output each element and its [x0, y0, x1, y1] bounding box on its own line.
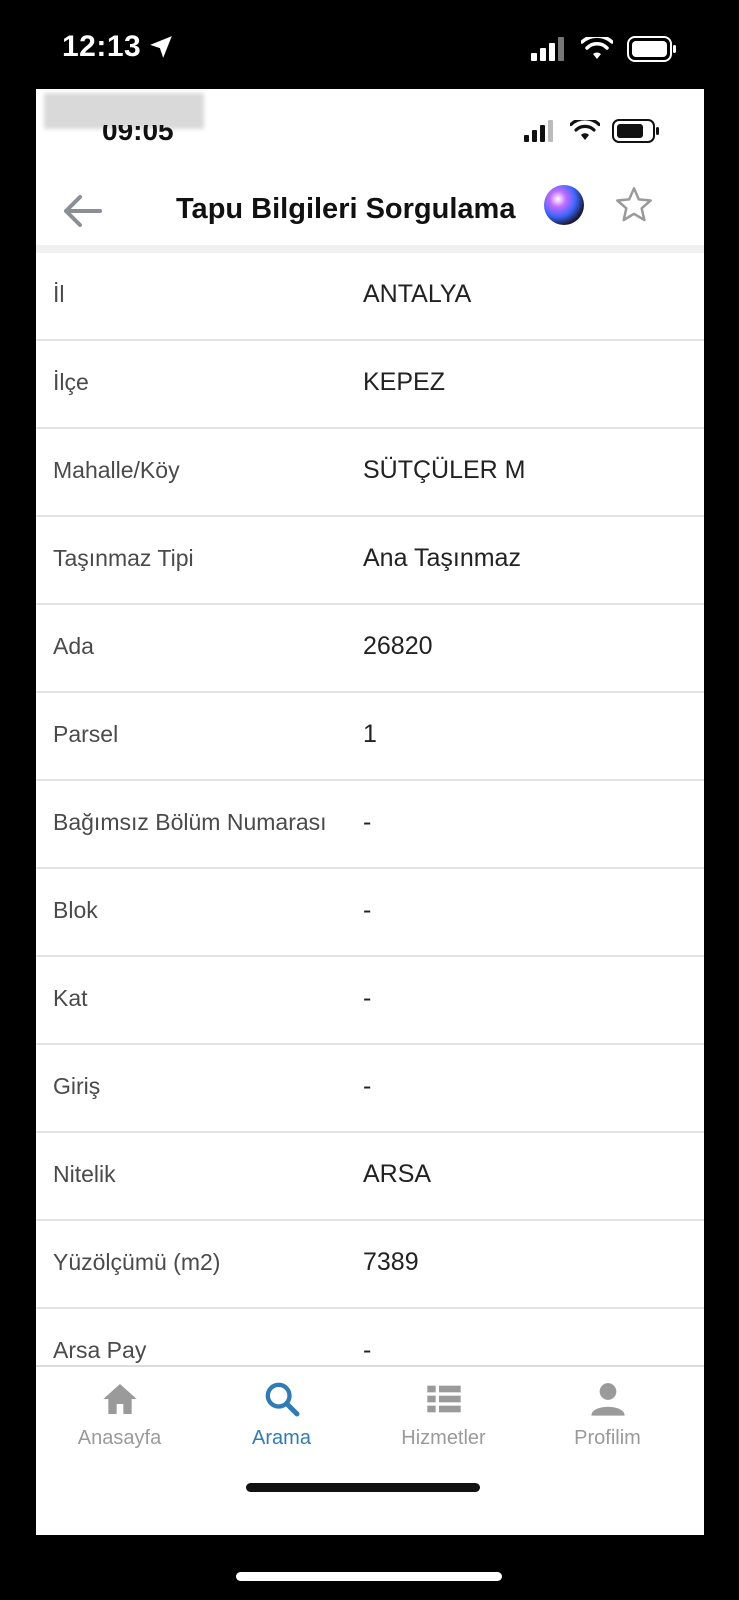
- row-value: ARSA: [363, 1160, 432, 1188]
- row-label: Nitelik: [53, 1161, 116, 1187]
- signal-icon: [531, 37, 567, 66]
- row-label: Blok: [53, 897, 98, 923]
- info-row-mahalle: Mahalle/Köy SÜTÇÜLER M: [36, 429, 704, 517]
- row-value: -: [363, 984, 372, 1012]
- device-clock: 12:13: [62, 30, 142, 63]
- list-icon: [424, 1379, 464, 1419]
- app-screenshot: 09:05 Tapu Bilgileri Sorgulama İl ANTALY…: [36, 89, 704, 1535]
- row-label: Taşınmaz Tipi: [53, 545, 194, 571]
- row-label: Giriş: [53, 1073, 101, 1099]
- wifi-icon: [580, 34, 614, 66]
- page-title: Tapu Bilgileri Sorgulama: [176, 193, 516, 225]
- user-icon: [588, 1379, 628, 1419]
- star-icon[interactable]: [614, 185, 654, 225]
- info-row-nitelik: Nitelik ARSA: [36, 1133, 704, 1221]
- home-indicator-inner: [246, 1483, 480, 1492]
- info-row-bagimsiz-bolum: Bağımsız Bölüm Numarası -: [36, 781, 704, 869]
- device-status-icons: [531, 34, 677, 67]
- location-arrow-icon: [148, 34, 174, 65]
- tab-arama[interactable]: Arama: [198, 1379, 365, 1469]
- battery-icon: [612, 119, 660, 148]
- row-label: Parsel: [53, 721, 119, 747]
- tab-hizmetler[interactable]: Hizmetler: [360, 1379, 527, 1469]
- tab-profilim[interactable]: Profilim: [524, 1379, 691, 1469]
- info-row-parsel: Parsel 1: [36, 693, 704, 781]
- info-row-blok: Blok -: [36, 869, 704, 957]
- tab-anasayfa[interactable]: Anasayfa: [36, 1379, 203, 1469]
- info-row-giris: Giriş -: [36, 1045, 704, 1133]
- wifi-icon: [569, 117, 601, 147]
- info-row-tasinmaz-tipi: Taşınmaz Tipi Ana Taşınmaz: [36, 517, 704, 605]
- nav-divider: [36, 245, 704, 253]
- row-value: -: [363, 1336, 372, 1364]
- row-value: 26820: [363, 632, 433, 660]
- device-status-bar: 12:13: [0, 0, 739, 90]
- tab-label: Arama: [252, 1427, 311, 1449]
- inner-status-icons: [524, 117, 660, 148]
- tab-label: Anasayfa: [77, 1427, 162, 1449]
- battery-icon: [627, 36, 677, 67]
- info-row-kat: Kat -: [36, 957, 704, 1045]
- signal-icon: [524, 120, 558, 147]
- row-value: 1: [363, 720, 377, 748]
- row-value: 7389: [363, 1248, 419, 1276]
- row-label: Ada: [53, 633, 94, 659]
- row-value: -: [363, 896, 372, 924]
- tab-label: Hizmetler: [401, 1427, 486, 1449]
- siri-icon[interactable]: [544, 185, 584, 225]
- tab-label: Profilim: [574, 1427, 641, 1449]
- info-row-ilce: İlçe KEPEZ: [36, 341, 704, 429]
- row-label: Kat: [53, 985, 88, 1011]
- info-row-ada: Ada 26820: [36, 605, 704, 693]
- home-icon: [100, 1379, 140, 1419]
- back-arrow-icon[interactable]: [60, 191, 104, 231]
- row-value: SÜTÇÜLER M: [363, 456, 526, 484]
- row-label: Yüzölçümü (m2): [53, 1249, 221, 1275]
- row-value: Ana Taşınmaz: [363, 544, 521, 572]
- row-label: İl: [53, 281, 65, 307]
- row-value: ANTALYA: [363, 280, 472, 308]
- info-row-yuzolcumu: Yüzölçümü (m2) 7389: [36, 1221, 704, 1309]
- row-value: -: [363, 1072, 372, 1100]
- redacted-area: [44, 93, 204, 129]
- row-label: Mahalle/Köy: [53, 457, 180, 483]
- search-icon: [262, 1379, 302, 1419]
- row-label: Arsa Pay: [53, 1337, 147, 1363]
- navigation-bar: Tapu Bilgileri Sorgulama: [36, 179, 704, 243]
- bottom-tab-bar: Anasayfa Arama Hizmetler Profilim: [36, 1365, 704, 1535]
- property-info-list: İl ANTALYA İlçe KEPEZ Mahalle/Köy SÜTÇÜL…: [36, 253, 704, 1397]
- row-value: -: [363, 808, 372, 836]
- home-indicator[interactable]: [236, 1572, 502, 1581]
- row-label: İlçe: [53, 369, 89, 395]
- row-value: KEPEZ: [363, 368, 445, 396]
- info-row-il: İl ANTALYA: [36, 253, 704, 341]
- row-label: Bağımsız Bölüm Numarası: [53, 809, 327, 835]
